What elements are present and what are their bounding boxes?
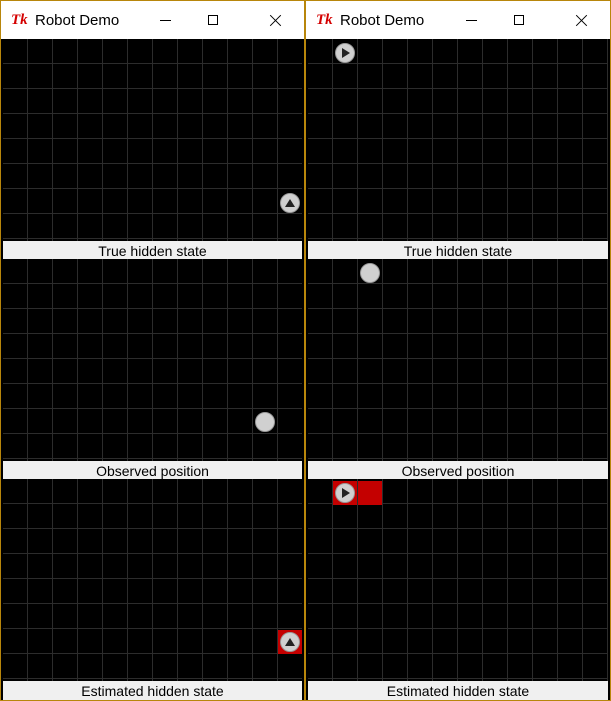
close-icon: [269, 14, 282, 27]
maximize-button[interactable]: [190, 1, 236, 39]
estimate-highlight-cell: [358, 481, 382, 505]
minimize-button[interactable]: [142, 1, 188, 39]
minimize-icon: [159, 19, 171, 21]
estimated-hidden-state-canvas: [308, 479, 608, 681]
true-hidden-state-label: True hidden state: [3, 241, 302, 261]
close-icon: [575, 14, 588, 27]
title-bar[interactable]: Tk Robot Demo: [306, 1, 610, 39]
tk-feather-icon: Tk: [316, 12, 333, 28]
maximize-button[interactable]: [496, 1, 542, 39]
robot-demo-window-right[interactable]: Tk Robot Demo True hidden state Observed…: [305, 0, 611, 701]
window-title: Robot Demo: [35, 12, 120, 29]
tk-feather-icon: Tk: [11, 12, 28, 28]
robot-up-arrow-icon: [280, 193, 300, 213]
true-hidden-state-canvas: [308, 39, 608, 241]
title-bar[interactable]: Tk Robot Demo: [1, 1, 304, 39]
robot-up-arrow-icon: [280, 632, 300, 652]
maximize-icon: [514, 15, 524, 25]
robot-right-arrow-icon: [335, 483, 355, 503]
observed-position-canvas: [308, 259, 608, 461]
estimated-hidden-state-label: Estimated hidden state: [3, 681, 302, 700]
estimated-hidden-state-canvas: [3, 479, 302, 681]
observed-position-dot: [360, 263, 380, 283]
maximize-icon: [208, 15, 218, 25]
estimated-hidden-state-label: Estimated hidden state: [308, 681, 608, 700]
true-hidden-state-canvas: [3, 39, 302, 241]
window-title: Robot Demo: [340, 12, 425, 29]
true-hidden-state-label: True hidden state: [308, 241, 608, 261]
observed-position-canvas: [3, 259, 302, 461]
observed-position-dot: [255, 412, 275, 432]
observed-position-label: Observed position: [3, 461, 302, 481]
observed-position-label: Observed position: [308, 461, 608, 481]
close-button[interactable]: [558, 1, 604, 39]
close-button[interactable]: [252, 1, 298, 39]
minimize-icon: [465, 19, 477, 21]
robot-right-arrow-icon: [335, 43, 355, 63]
minimize-button[interactable]: [448, 1, 494, 39]
robot-demo-window-left[interactable]: Tk Robot Demo True hidden state Observed…: [0, 0, 305, 701]
